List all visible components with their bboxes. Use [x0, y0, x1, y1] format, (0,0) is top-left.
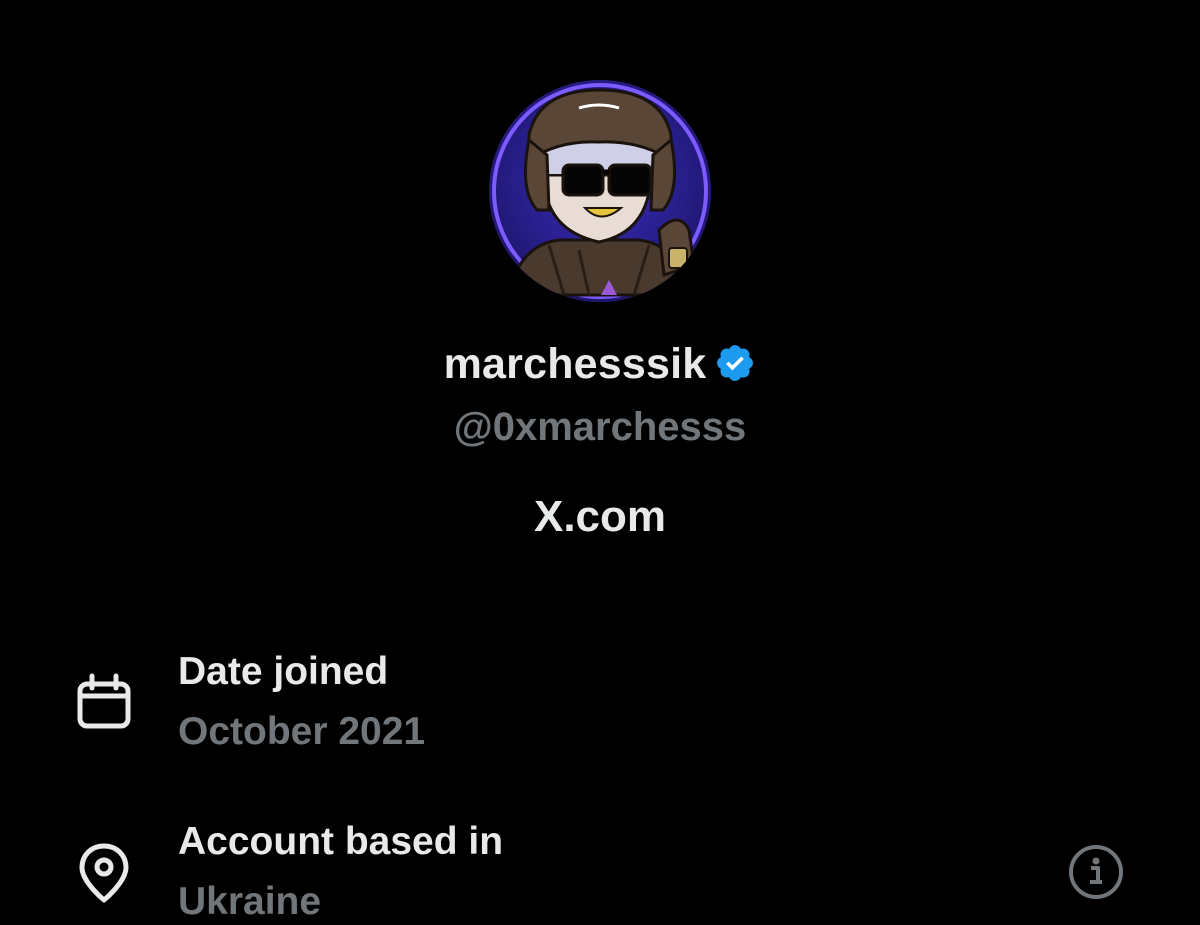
info-icon[interactable]: [1066, 842, 1126, 902]
date-joined-value: October 2021: [178, 710, 426, 753]
profile-avatar[interactable]: [489, 80, 711, 302]
verified-badge-icon: [706, 340, 756, 389]
account-based-in-label: Account based in: [178, 820, 504, 863]
location-pin-icon: [72, 840, 136, 904]
display-name: marchesssik: [443, 340, 707, 388]
profile-handle: @0xmarchesss: [453, 405, 747, 449]
account-based-in-value: Ukraine: [178, 880, 322, 923]
profile-name-row: marchesssik: [0, 340, 1200, 389]
profile-site-link[interactable]: X.com: [0, 492, 1200, 542]
date-joined-label: Date joined: [178, 650, 389, 693]
calendar-icon: [72, 670, 136, 734]
